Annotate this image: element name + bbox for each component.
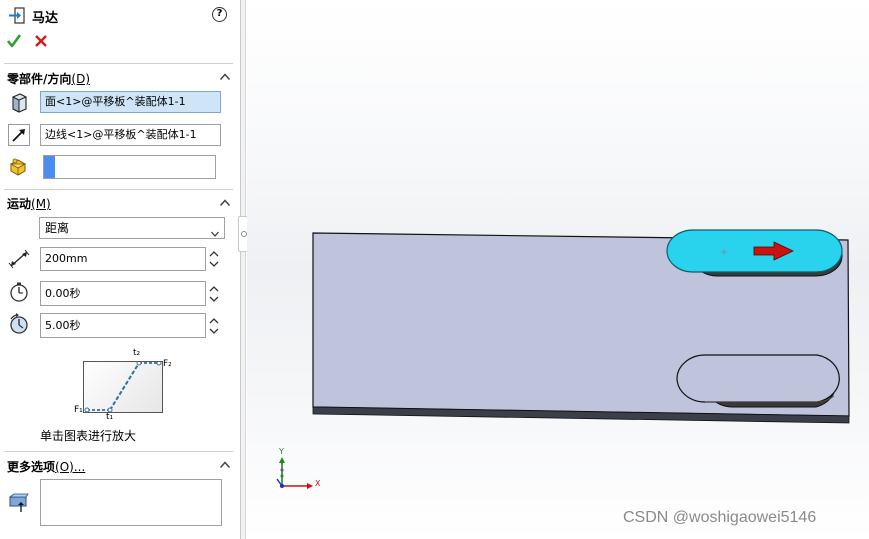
motion-profile-chart[interactable] [83, 361, 163, 413]
duration-spinner[interactable] [207, 314, 221, 338]
face-icon [8, 91, 30, 113]
start-time-spinner[interactable] [207, 282, 221, 306]
duration-input[interactable]: 5.00秒 [40, 313, 206, 338]
model-scene [276, 229, 850, 489]
panel-splitter[interactable] [241, 0, 246, 539]
chart-label-f2: F₂ [163, 359, 172, 369]
chart-label-t2: t₂ [133, 348, 141, 358]
component-selection-field[interactable] [43, 155, 216, 179]
graphics-viewport[interactable]: Y X [247, 0, 869, 539]
motion-type-select[interactable]: 距离 [39, 217, 225, 239]
motor-icon [8, 7, 26, 24]
help-icon[interactable]: ? [212, 7, 227, 22]
distance-icon [8, 248, 30, 270]
face-selection-field[interactable]: 面<1>@平移板^装配体1-1 [40, 91, 221, 113]
selection-indicator [44, 156, 55, 178]
distance-input[interactable]: 200mm [40, 247, 206, 271]
mnemonic: (D) [71, 72, 90, 86]
chevron-down-icon [211, 224, 219, 237]
edge-selection-field[interactable]: 边线<1>@平移板^装配体1-1 [40, 124, 221, 146]
duration-icon [8, 313, 30, 335]
triad-y-label: Y [279, 447, 284, 456]
cancel-x-icon[interactable] [33, 33, 49, 49]
section-header-more-options[interactable]: 更多选项(O)... [7, 458, 85, 475]
collapse-chevron-icon[interactable] [219, 197, 231, 209]
mnemonic: (O)... [55, 460, 86, 474]
chart-caption: 单击图表进行放大 [40, 429, 137, 443]
triad-x-label: X [315, 479, 321, 488]
separator [4, 451, 233, 452]
section-title: 运动 [7, 197, 32, 211]
section-title: 更多选项 [7, 460, 56, 474]
component-icon [8, 155, 30, 177]
section-title: 零部件/方向 [7, 72, 72, 86]
triad-icon [276, 457, 313, 489]
collapse-chevron-icon[interactable] [219, 71, 231, 83]
section-header-motion[interactable]: 运动(M) [7, 195, 51, 212]
mnemonic: (M) [31, 197, 51, 211]
collapse-chevron-icon[interactable] [219, 459, 231, 471]
start-time-icon [8, 281, 30, 303]
chart-label-f1: F₁ [74, 405, 83, 415]
separator [4, 63, 233, 64]
chart-label-t1: t₁ [106, 412, 114, 422]
motion-type-value: 距离 [45, 221, 70, 235]
separator [4, 189, 233, 190]
title-row: 马达 ? [0, 0, 241, 30]
distance-spinner[interactable] [207, 247, 221, 271]
lower-slot-face [676, 354, 840, 403]
list-icon [8, 491, 30, 513]
edge-arrow-icon[interactable] [8, 124, 30, 146]
watermark-text: CSDN @woshigaowei5146 [623, 509, 817, 526]
ok-check-icon[interactable] [6, 33, 22, 49]
section-header-component-direction[interactable]: 零部件/方向(D) [7, 70, 90, 87]
property-manager: 马达 ? 零部件/方向(D) 面<1>@平移板^装配体1-1 边线<1>@平移板… [0, 0, 241, 539]
more-options-list[interactable] [40, 479, 222, 526]
start-time-input[interactable]: 0.00秒 [40, 281, 206, 306]
feature-title: 马达 [32, 11, 59, 26]
